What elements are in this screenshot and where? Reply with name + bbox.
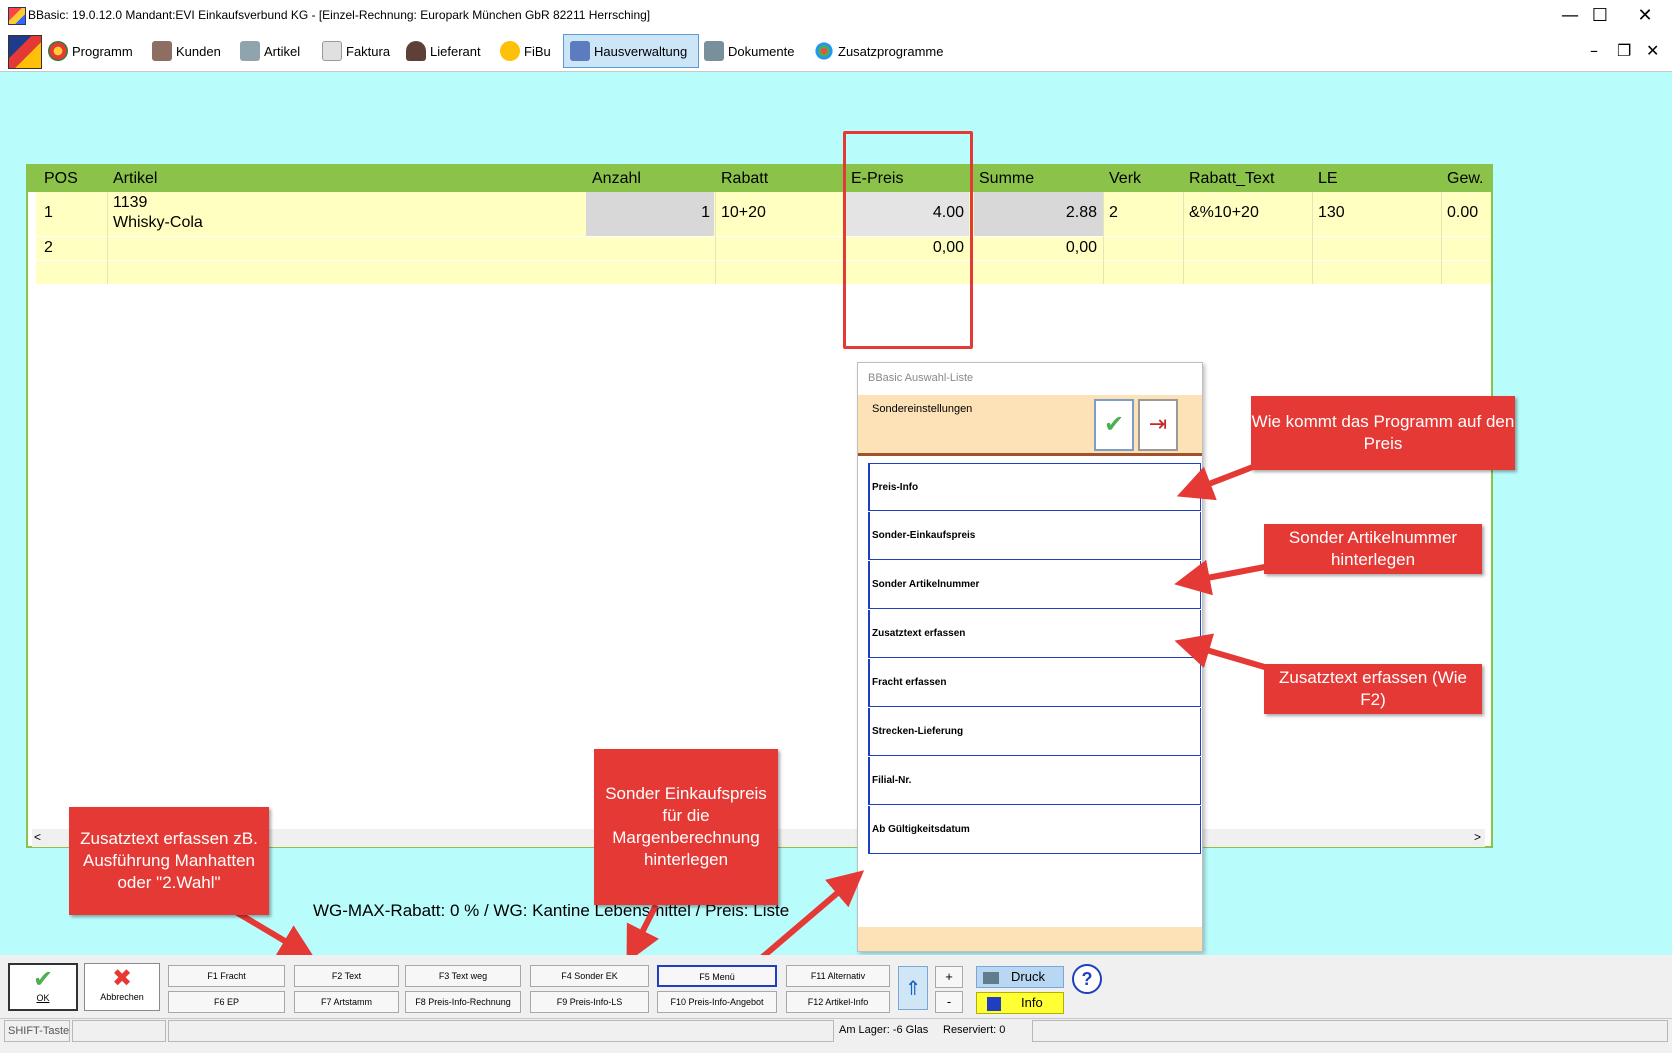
callout-preis: Wie kommt das Programm auf den Preis xyxy=(1251,396,1515,470)
lager-status: Am Lager: -6 Glas xyxy=(839,1024,929,1036)
checkmark-icon: ✔ xyxy=(32,966,54,993)
status-field xyxy=(1032,1020,1668,1042)
info-button[interactable]: Info xyxy=(976,992,1064,1014)
reserviert-status: Reserviert: 0 xyxy=(943,1024,1006,1036)
f6-ep-button[interactable]: F6 EP xyxy=(168,991,285,1013)
ok-label: OK xyxy=(36,993,50,1003)
f1-fracht-button[interactable]: F1 Fracht xyxy=(168,965,285,987)
printer-icon xyxy=(983,971,999,984)
scroll-up-icon[interactable]: ⇑ xyxy=(898,966,928,1010)
f11-alternativ-button[interactable]: F11 Alternativ xyxy=(786,965,890,987)
ok-button[interactable]: ✔ OK xyxy=(8,963,78,1011)
arrow-zusatztext xyxy=(1174,633,1269,671)
f12-artikel-info-button[interactable]: F12 Artikel-Info xyxy=(786,991,890,1013)
shift-status: SHIFT-Taste xyxy=(4,1020,70,1042)
f9-preis-info-ls-button[interactable]: F9 Preis-Info-LS xyxy=(530,991,649,1013)
f2-text-button[interactable]: F2 Text xyxy=(294,965,399,987)
callout-zusatztext-left: Zusatztext erfassen zB. Ausführung Manha… xyxy=(69,807,269,915)
abbrechen-label: Abbrechen xyxy=(100,992,144,1002)
f4-sonder-ek-button[interactable]: F4 Sonder EK xyxy=(530,965,649,987)
druck-button[interactable]: Druck xyxy=(976,966,1064,988)
arrow-preis-info xyxy=(1176,462,1260,501)
plus-button[interactable]: + xyxy=(935,966,963,988)
druck-label: Druck xyxy=(1011,969,1045,984)
arrow-sonder-artikelnummer xyxy=(1174,559,1271,596)
info-label: Info xyxy=(1021,995,1043,1010)
callout-artikelnummer: Sonder Artikelnummer hinterlegen xyxy=(1264,524,1482,574)
f7-artstamm-button[interactable]: F7 Artstamm xyxy=(294,991,399,1013)
status-field xyxy=(168,1020,834,1042)
info-icon xyxy=(987,996,1001,1011)
f5-menu-button[interactable]: F5 Menü xyxy=(657,965,777,987)
callout-zusatztext-right: Zusatztext erfassen (Wie F2) xyxy=(1264,664,1482,714)
cancel-icon: ✖ xyxy=(111,965,133,992)
arrow-f2-text xyxy=(234,909,316,960)
f8-preis-info-rechnung-button[interactable]: F8 Preis-Info-Rechnung xyxy=(405,991,521,1013)
help-button[interactable]: ? xyxy=(1072,964,1102,994)
arrow-f4-sonder-ek xyxy=(626,903,659,963)
status-field xyxy=(72,1020,166,1042)
callout-sonder-ek: Sonder Einkaufspreis für die Margenberec… xyxy=(594,749,778,905)
f3-text-weg-button[interactable]: F3 Text weg xyxy=(405,965,521,987)
minus-button[interactable]: - xyxy=(935,991,963,1013)
abbrechen-button[interactable]: ✖ Abbrechen xyxy=(84,963,160,1011)
f10-preis-info-angebot-button[interactable]: F10 Preis-Info-Angebot xyxy=(657,991,777,1013)
